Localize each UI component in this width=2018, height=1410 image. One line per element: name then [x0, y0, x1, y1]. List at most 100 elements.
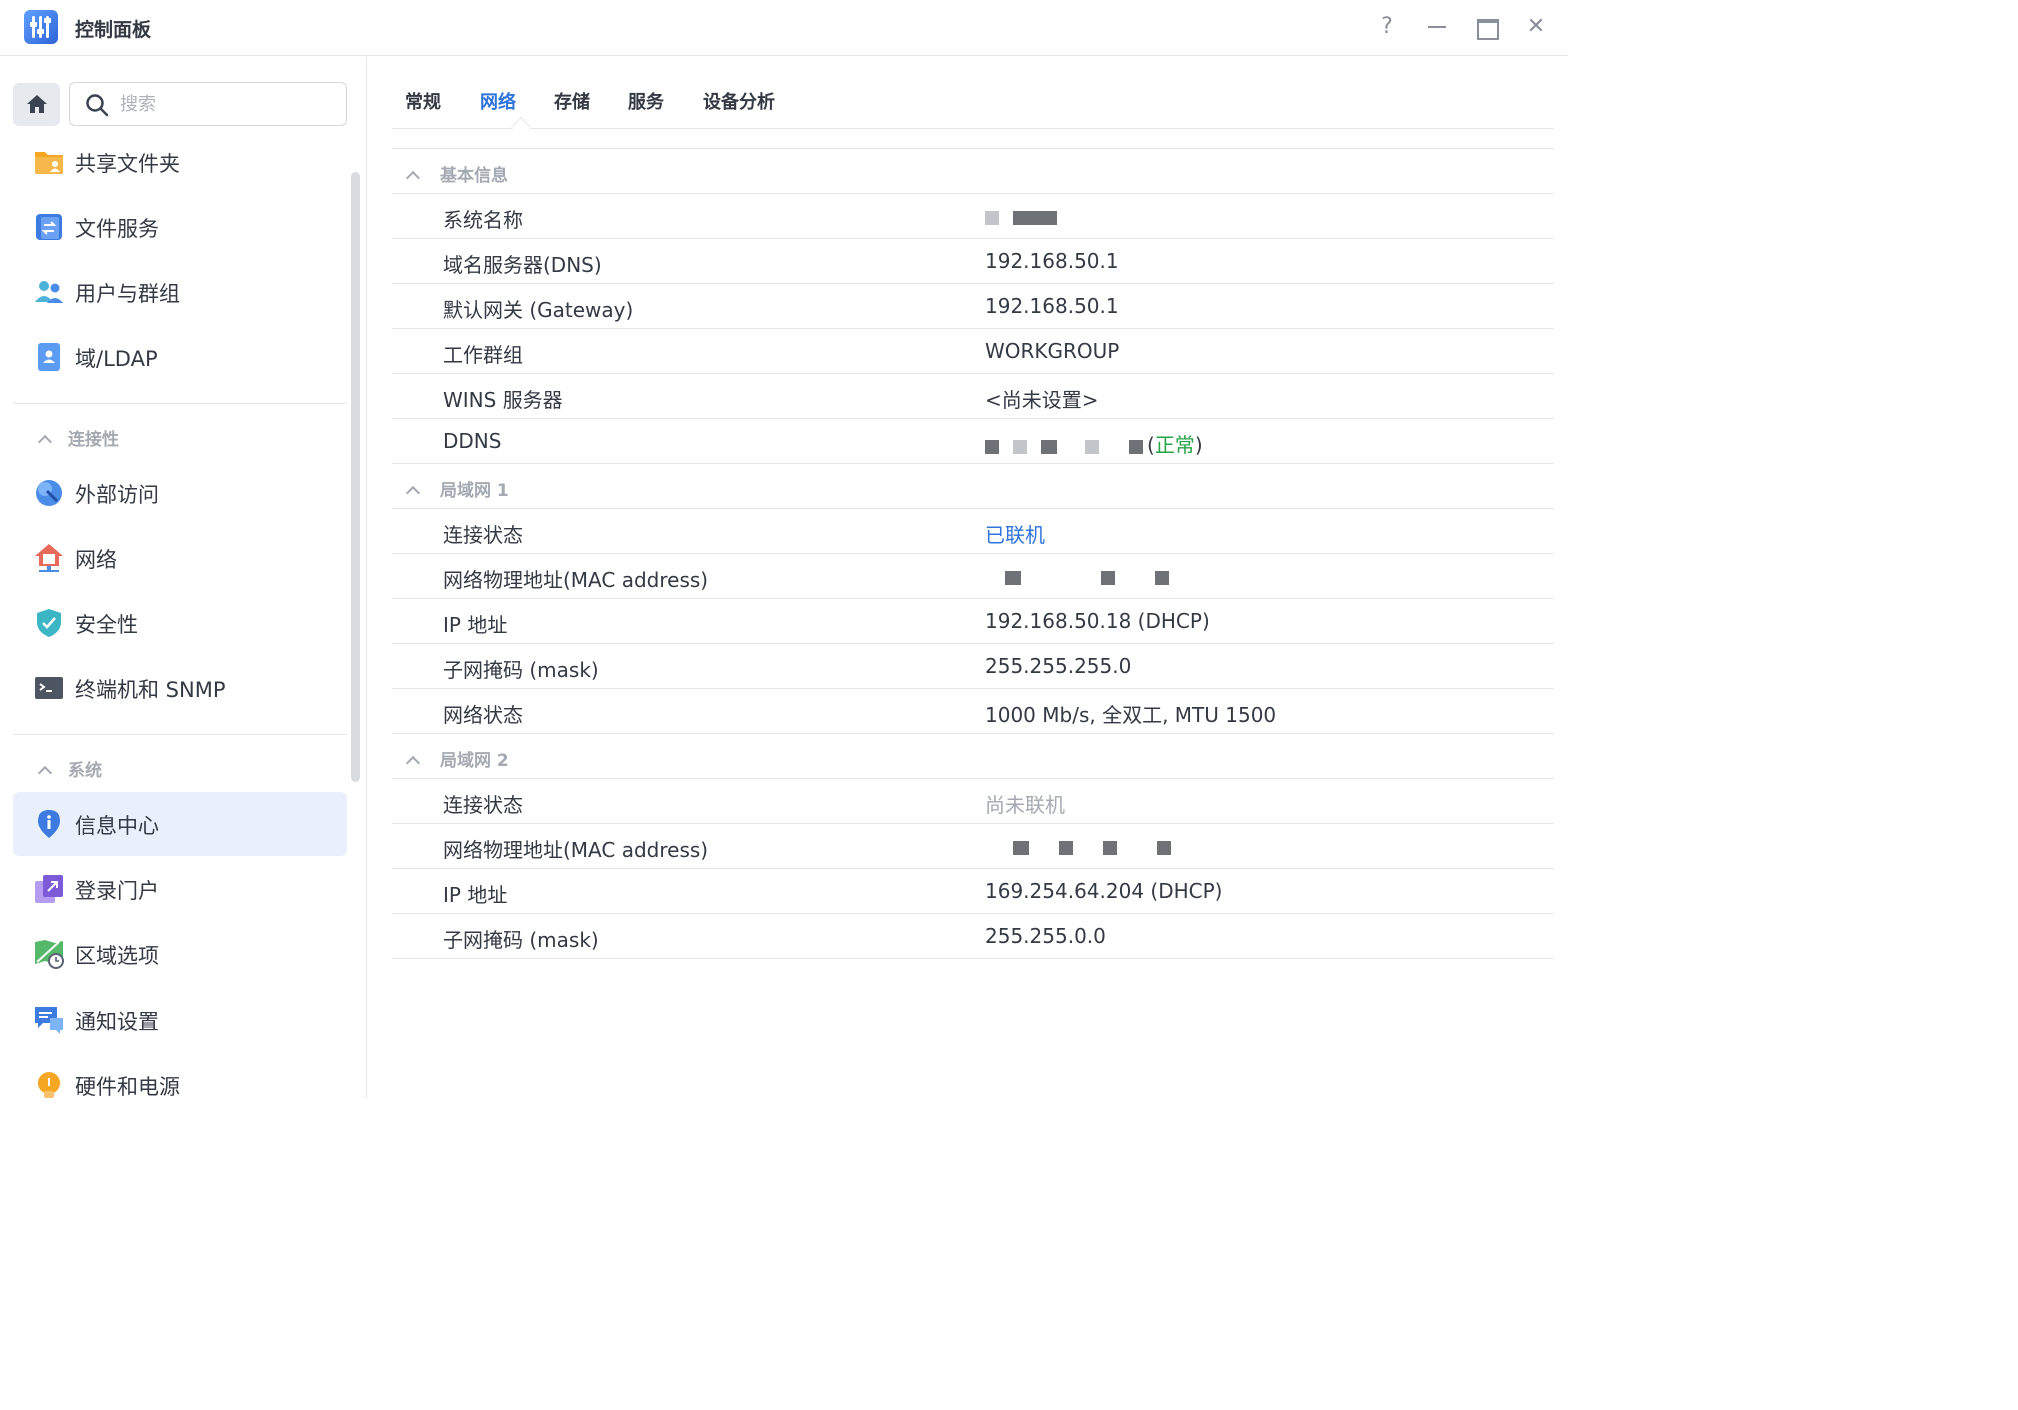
- shared-folder-icon: [35, 152, 63, 174]
- sidebar-item-label: 文件服务: [75, 217, 159, 241]
- sidebar: 共享文件夹 文件服务 用户与群组 域/LDAP 连接性: [0, 57, 367, 1098]
- sidebar-item-regional-options[interactable]: 区域选项: [13, 922, 347, 986]
- row-label: IP 地址: [443, 613, 508, 637]
- info-row-ddns: DDNS (正常): [392, 419, 1554, 464]
- sidebar-item-label: 网络: [75, 548, 117, 572]
- file-services-icon: [36, 214, 62, 240]
- minimize-button[interactable]: [1422, 12, 1452, 42]
- row-label: 系统名称: [443, 208, 523, 232]
- maximize-button[interactable]: [1471, 12, 1501, 42]
- section-title: 局域网 2: [440, 751, 509, 771]
- search-icon: [86, 94, 109, 117]
- sidebar-item-notification[interactable]: 通知设置: [13, 988, 347, 1052]
- sidebar-item-label: 信息中心: [75, 814, 159, 838]
- row-value: 已联机: [985, 523, 1045, 547]
- row-value: 192.168.50.1: [985, 294, 1119, 318]
- sidebar-item-security[interactable]: 安全性: [13, 591, 347, 655]
- section-header-lan2[interactable]: 局域网 2: [392, 734, 1554, 779]
- chevron-up-icon: [405, 170, 421, 186]
- chevron-up-icon: [405, 485, 421, 501]
- home-button[interactable]: [13, 83, 60, 126]
- info-center-icon: [38, 810, 60, 838]
- row-label: IP 地址: [443, 883, 508, 907]
- sidebar-item-label: 区域选项: [75, 944, 159, 968]
- tab-services[interactable]: 服务: [628, 88, 664, 114]
- info-row-dns: 域名服务器(DNS) 192.168.50.1: [392, 239, 1554, 284]
- window-title: 控制面板: [75, 19, 152, 41]
- domain-ldap-icon: [38, 343, 60, 371]
- sidebar-scrollbar[interactable]: [351, 172, 360, 782]
- sidebar-item-info-center[interactable]: 信息中心: [13, 792, 347, 856]
- row-value: 255.255.0.0: [985, 924, 1106, 948]
- row-value: <尚未设置>: [985, 388, 1099, 412]
- close-button[interactable]: ✕: [1521, 12, 1551, 42]
- row-value-redacted: [985, 834, 1185, 858]
- network-icon: [35, 544, 63, 572]
- terminal-icon: [35, 677, 63, 699]
- info-row-lan1-mask: 子网掩码 (mask) 255.255.255.0: [392, 644, 1554, 689]
- row-label: 网络状态: [443, 703, 523, 727]
- row-label: 工作群组: [443, 343, 523, 367]
- row-label: DDNS: [443, 429, 502, 453]
- login-portal-icon: [35, 875, 63, 903]
- row-label: 域名服务器(DNS): [443, 253, 602, 277]
- row-label: 子网掩码 (mask): [443, 928, 599, 952]
- sidebar-group-connectivity[interactable]: 连接性: [37, 425, 119, 450]
- sidebar-item-login-portal[interactable]: 登录门户: [13, 857, 347, 921]
- sidebar-item-label: 通知设置: [75, 1010, 159, 1034]
- group-label: 系统: [68, 761, 102, 781]
- tab-storage[interactable]: 存储: [554, 88, 590, 114]
- row-value: 尚未联机: [985, 793, 1065, 817]
- ddns-status: 正常: [1154, 433, 1195, 457]
- sidebar-item-shared-folder[interactable]: 共享文件夹: [13, 130, 347, 194]
- chevron-up-icon: [37, 434, 53, 450]
- info-row-lan2-mask: 子网掩码 (mask) 255.255.0.0: [392, 914, 1554, 959]
- sidebar-item-hardware-power[interactable]: 硬件和电源: [13, 1053, 347, 1098]
- ddns-status-close: ): [1194, 433, 1203, 457]
- row-value-ddns: (正常): [985, 429, 1203, 458]
- sidebar-item-domain-ldap[interactable]: 域/LDAP: [13, 325, 347, 389]
- tab-general[interactable]: 常规: [405, 88, 441, 114]
- section-header-basic[interactable]: 基本信息: [392, 149, 1554, 194]
- regional-options-icon: [35, 940, 64, 969]
- info-row-lan2-status: 连接状态 尚未联机: [392, 779, 1554, 824]
- sidebar-item-label: 安全性: [75, 613, 138, 637]
- info-row-lan1-ip: IP 地址 192.168.50.18 (DHCP): [392, 599, 1554, 644]
- ddns-status-open: (: [1147, 433, 1155, 457]
- row-value: 255.255.255.0: [985, 654, 1132, 678]
- sidebar-item-label: 硬件和电源: [75, 1075, 180, 1098]
- sidebar-item-label: 外部访问: [75, 483, 159, 507]
- tab-bar: 常规 网络 存储 服务 设备分析: [392, 57, 1554, 137]
- sidebar-item-external-access[interactable]: 外部访问: [13, 461, 347, 525]
- section-header-lan1[interactable]: 局域网 1: [392, 464, 1554, 509]
- info-row-gateway: 默认网关 (Gateway) 192.168.50.1: [392, 284, 1554, 329]
- active-tab-indicator: [511, 117, 531, 137]
- sidebar-item-users-groups[interactable]: 用户与群组: [13, 260, 347, 324]
- sidebar-item-label: 终端机和 SNMP: [75, 678, 226, 702]
- row-value: 192.168.50.1: [985, 249, 1119, 273]
- tab-network[interactable]: 网络: [480, 88, 516, 114]
- search-field[interactable]: [69, 82, 347, 126]
- info-row-lan2-ip: IP 地址 169.254.64.204 (DHCP): [392, 869, 1554, 914]
- tab-device-analysis[interactable]: 设备分析: [703, 88, 775, 114]
- users-groups-icon: [35, 281, 63, 303]
- control-panel-app-icon: [24, 10, 58, 44]
- row-value: 169.254.64.204 (DHCP): [985, 879, 1223, 903]
- info-row-wins: WINS 服务器 <尚未设置>: [392, 374, 1554, 419]
- main-panel: 常规 网络 存储 服务 设备分析 基本信息 系统名称 域名服务器(DNS) 19…: [368, 57, 1568, 1098]
- search-input[interactable]: [120, 91, 330, 117]
- chevron-up-icon: [405, 755, 421, 771]
- row-value: 192.168.50.18 (DHCP): [985, 609, 1210, 633]
- row-label: 网络物理地址(MAC address): [443, 838, 709, 862]
- sidebar-group-system[interactable]: 系统: [37, 756, 102, 781]
- row-label: WINS 服务器: [443, 388, 563, 412]
- help-button[interactable]: ?: [1372, 12, 1402, 42]
- sidebar-item-file-services[interactable]: 文件服务: [13, 195, 347, 259]
- hardware-power-icon: [38, 1072, 60, 1098]
- sidebar-item-network[interactable]: 网络: [13, 526, 347, 590]
- sidebar-item-terminal-snmp[interactable]: 终端机和 SNMP: [13, 656, 347, 720]
- info-row-workgroup: 工作群组 WORKGROUP: [392, 329, 1554, 374]
- sidebar-divider: [13, 403, 347, 404]
- info-row-lan1-mac: 网络物理地址(MAC address): [392, 554, 1554, 599]
- sidebar-item-label: 域/LDAP: [75, 347, 158, 371]
